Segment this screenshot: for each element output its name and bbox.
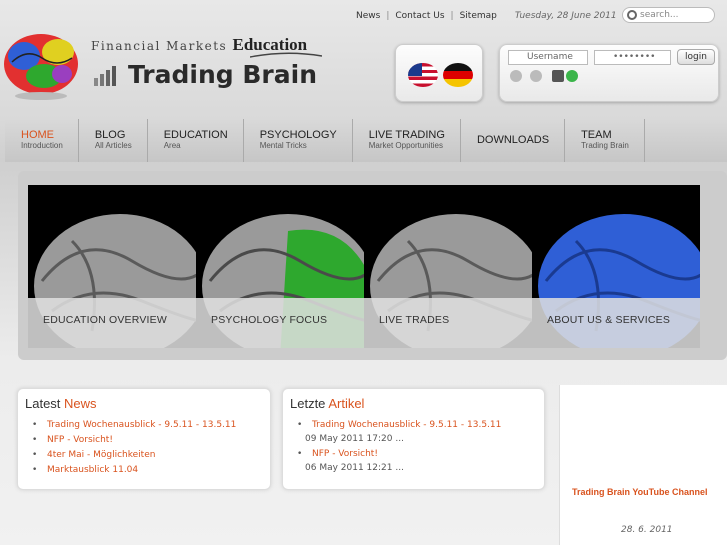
- logo-swoosh-icon: [250, 52, 322, 58]
- help-key-icon[interactable]: [510, 70, 522, 82]
- article-date: 06 May 2011 12:21 ...: [305, 463, 404, 473]
- search-input[interactable]: search...: [622, 7, 715, 23]
- logo-title[interactable]: Trading Brain: [128, 60, 317, 89]
- slide-education-overview[interactable]: EDUCATION OVERVIEW: [28, 185, 196, 348]
- slide-about-us[interactable]: ABOUT US & SERVICES: [532, 185, 700, 348]
- list-item[interactable]: Trading Wochenausblick - 9.5.11 - 13.5.1…: [297, 420, 544, 444]
- register-user-icon[interactable]: [552, 70, 564, 82]
- article-date: 09 May 2011 17:20 ...: [305, 434, 404, 444]
- slide-live-trades[interactable]: LIVE TRADES: [364, 185, 532, 348]
- username-field[interactable]: Username: [508, 50, 588, 65]
- nav-item-live-trading[interactable]: LIVE TRADING Market Opportunities: [353, 119, 461, 162]
- current-date: Tuesday, 28 June 2011: [514, 11, 617, 21]
- latest-articles-heading: Letzte Artikel: [290, 396, 365, 411]
- password-field[interactable]: ••••••••: [594, 50, 671, 65]
- articles-list: Trading Wochenausblick - 9.5.11 - 13.5.1…: [297, 420, 544, 473]
- news-link[interactable]: News: [350, 11, 386, 21]
- nav-item-downloads[interactable]: DOWNLOADS: [461, 119, 566, 162]
- brain-logo-icon[interactable]: [2, 28, 80, 100]
- slide-caption: LIVE TRADES: [364, 298, 532, 348]
- news-list: Trading Wochenausblick - 9.5.11 - 13.5.1…: [32, 420, 270, 475]
- latest-articles-box: Letzte Artikel Trading Wochenausblick - …: [282, 388, 545, 490]
- contact-link[interactable]: Contact Us: [389, 11, 450, 21]
- nav-item-team[interactable]: TEAM Trading Brain: [565, 119, 645, 162]
- list-item[interactable]: NFP - Vorsicht!: [32, 435, 270, 445]
- list-item[interactable]: 4ter Mai - Möglichkeiten: [32, 450, 270, 460]
- list-item[interactable]: Marktausblick 11.04: [32, 465, 270, 475]
- youtube-channel-link[interactable]: Trading Brain YouTube Channel: [572, 487, 708, 497]
- slide-psychology-focus[interactable]: PSYCHOLOGY FOCUS: [196, 185, 364, 348]
- nav-item-blog[interactable]: BLOG All Articles: [79, 119, 148, 162]
- sidebar-date: 28. 6. 2011: [621, 525, 673, 535]
- slide-caption: ABOUT US & SERVICES: [532, 298, 700, 348]
- language-selector: [395, 44, 483, 102]
- feature-slider: EDUCATION OVERVIEW PSYCHOLOGY FOCUS LIVE…: [18, 171, 727, 360]
- nav-item-psychology[interactable]: PSYCHOLOGY Mental Tricks: [244, 119, 353, 162]
- add-icon[interactable]: [566, 70, 578, 82]
- slide-caption: EDUCATION OVERVIEW: [28, 298, 196, 348]
- us-flag-icon[interactable]: [408, 63, 438, 87]
- latest-news-heading: Latest News: [25, 396, 97, 411]
- list-item[interactable]: NFP - Vorsicht!06 May 2011 12:21 ...: [297, 449, 544, 473]
- nav-item-education[interactable]: EDUCATION Area: [148, 119, 244, 162]
- latest-news-box: Latest News Trading Wochenausblick - 9.5…: [17, 388, 271, 490]
- german-flag-icon[interactable]: [443, 63, 473, 87]
- slide-caption: PSYCHOLOGY FOCUS: [196, 298, 364, 348]
- main-nav: HOME Introduction BLOG All Articles EDUCAT…: [5, 119, 727, 162]
- sitemap-link[interactable]: Sitemap: [454, 11, 503, 21]
- login-button[interactable]: login: [677, 49, 715, 65]
- header: Financial Markets Education Trading Brai…: [0, 0, 727, 115]
- nav-item-home[interactable]: HOME Introduction: [5, 119, 79, 162]
- right-sidebar: Trading Brain YouTube Channel 28. 6. 201…: [559, 385, 727, 545]
- login-box: Username •••••••• login: [499, 44, 719, 102]
- list-item[interactable]: Trading Wochenausblick - 9.5.11 - 13.5.1…: [32, 420, 270, 430]
- bar-graph-icon: [94, 66, 116, 86]
- search-icon: [627, 10, 637, 20]
- help-user-icon[interactable]: [530, 70, 542, 82]
